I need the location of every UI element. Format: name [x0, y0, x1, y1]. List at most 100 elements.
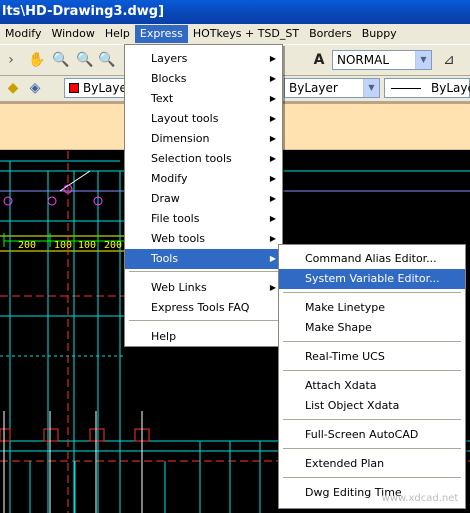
menu-separator [283, 477, 461, 478]
submenu-arrow-icon: ▶ [269, 283, 276, 292]
arrow-icon[interactable]: › [2, 51, 20, 69]
menu-item-label: Draw [151, 192, 180, 205]
layers-icon[interactable]: ◈ [26, 79, 44, 97]
submenu-arrow-icon: ▶ [269, 254, 276, 263]
dimension-label: 200 [18, 240, 36, 251]
menu-item-label: Express Tools FAQ [151, 301, 250, 314]
submenu-arrow-icon: ▶ [269, 174, 276, 183]
submenu-arrow-icon: ▶ [269, 134, 276, 143]
menu-item-label: List Object Xdata [305, 399, 400, 412]
menu-item-label: Make Shape [305, 321, 372, 334]
menu-item-attach-xdata[interactable]: Attach Xdata [279, 376, 465, 396]
menu-item-selection-tools[interactable]: Selection tools ▶ [125, 149, 282, 169]
menu-separator [283, 448, 461, 449]
menu-item-blocks[interactable]: Blocks ▶ [125, 69, 282, 89]
menu-item-help[interactable]: Help [125, 327, 282, 347]
menu-item-layout-tools[interactable]: Layout tools ▶ [125, 109, 282, 129]
layer-previous-icon[interactable]: ◆ [4, 79, 22, 97]
menu-item-extended-plan[interactable]: Extended Plan [279, 454, 465, 474]
menu-modify[interactable]: Modify [0, 25, 46, 43]
pan-icon[interactable]: ✋ [28, 51, 46, 69]
menu-separator [283, 341, 461, 342]
menu-item-label: Command Alias Editor... [305, 252, 437, 265]
menu-item-text[interactable]: Text ▶ [125, 89, 282, 109]
menu-item-label: Modify [151, 172, 188, 185]
menu-bar: Modify Window Help Express HOTkeys + TSD… [0, 24, 470, 44]
menu-buppy[interactable]: Buppy [357, 25, 402, 43]
submenu-arrow-icon: ▶ [269, 214, 276, 223]
menu-separator [129, 271, 278, 272]
menu-hotkeys[interactable]: HOTkeys + TSD_ST [188, 25, 304, 43]
submenu-arrow-icon: ▶ [269, 54, 276, 63]
text-style-icon[interactable]: A [310, 51, 328, 69]
express-menu: Layers ▶ Blocks ▶ Text ▶ Layout tools ▶ Dime… [124, 44, 283, 347]
menu-item-label: Extended Plan [305, 457, 385, 470]
zoom-realtime-icon[interactable]: 🔍 [52, 51, 70, 69]
menu-item-label: Real-Time UCS [305, 350, 385, 363]
submenu-arrow-icon: ▶ [269, 114, 276, 123]
menu-item-label: System Variable Editor... [305, 272, 440, 285]
menu-item-label: Layout tools [151, 112, 219, 125]
menu-item-list-object-xdata[interactable]: List Object Xdata [279, 396, 465, 416]
menu-item-label: Make Linetype [305, 301, 385, 314]
menu-item-file-tools[interactable]: File tools ▶ [125, 209, 282, 229]
menu-item-label: File tools [151, 212, 200, 225]
menu-borders[interactable]: Borders [304, 25, 357, 43]
text-style-select[interactable]: NORMAL ▼ [332, 50, 432, 70]
menu-item-label: Layers [151, 52, 188, 65]
menu-item-label: Web Links [151, 281, 207, 294]
dimension-label: 100 [54, 240, 72, 251]
menu-express[interactable]: Express [134, 25, 188, 43]
linetype-select[interactable]: ByLayer ▼ [284, 78, 380, 98]
menu-item-web-links[interactable]: Web Links ▶ [125, 278, 282, 298]
watermark: www.xdcad.net [381, 493, 459, 504]
submenu-arrow-icon: ▶ [269, 74, 276, 83]
submenu-arrow-icon: ▶ [269, 234, 276, 243]
menu-item-label: Dimension [151, 132, 210, 145]
dimension-label: 100 [78, 240, 96, 251]
menu-item-modify[interactable]: Modify ▶ [125, 169, 282, 189]
menu-item-label: Tools [151, 252, 179, 265]
text-style-value: NORMAL [337, 53, 390, 67]
submenu-arrow-icon: ▶ [269, 154, 276, 163]
linetype-value: ByLayer [289, 81, 338, 95]
menu-item-command-alias-editor[interactable]: Command Alias Editor... [279, 249, 465, 269]
menu-item-express-tools-faq[interactable]: Express Tools FAQ [125, 298, 282, 318]
title-bar: lts\HD-Drawing3.dwg] [0, 0, 470, 24]
menu-separator [283, 292, 461, 293]
color-select[interactable]: ByLayer [64, 78, 132, 98]
menu-separator [129, 320, 278, 321]
menu-item-real-time-ucs[interactable]: Real-Time UCS [279, 347, 465, 367]
menu-separator [283, 419, 461, 420]
menu-item-label: Selection tools [151, 152, 232, 165]
menu-item-system-variable-editor[interactable]: System Variable Editor... [279, 269, 465, 289]
menu-item-label: Help [151, 330, 177, 343]
dimension-label: 200 [104, 240, 122, 251]
menu-item-web-tools[interactable]: Web tools ▶ [125, 229, 282, 249]
menu-item-make-linetype[interactable]: Make Linetype [279, 298, 465, 318]
menu-item-label: Attach Xdata [305, 379, 377, 392]
submenu-arrow-icon: ▶ [269, 194, 276, 203]
zoom-previous-icon[interactable]: 🔍 [98, 51, 116, 69]
lineweight-select[interactable]: ByLayer [384, 78, 470, 98]
menu-item-tools[interactable]: Tools ▶ [125, 249, 282, 269]
color-swatch [69, 83, 79, 93]
menu-item-draw[interactable]: Draw ▶ [125, 189, 282, 209]
window-title: lts\HD-Drawing3.dwg] [2, 4, 165, 19]
chevron-down-icon[interactable]: ▼ [363, 79, 379, 97]
submenu-arrow-icon: ▶ [269, 94, 276, 103]
tools-submenu: Command Alias Editor... System Variable … [278, 244, 466, 509]
menu-item-label: Text [151, 92, 174, 105]
menu-help[interactable]: Help [100, 25, 135, 43]
menu-window[interactable]: Window [46, 25, 99, 43]
menu-item-full-screen-autocad[interactable]: Full-Screen AutoCAD [279, 425, 465, 445]
menu-item-layers[interactable]: Layers ▶ [125, 49, 282, 69]
lineweight-value: ByLayer [431, 81, 470, 95]
menu-item-dimension[interactable]: Dimension ▶ [125, 129, 282, 149]
dim-style-icon[interactable]: ⊿ [440, 51, 458, 69]
menu-item-label: Full-Screen AutoCAD [305, 428, 419, 441]
menu-item-label: Web tools [151, 232, 206, 245]
menu-item-make-shape[interactable]: Make Shape [279, 318, 465, 338]
zoom-window-icon[interactable]: 🔍 [76, 51, 94, 69]
chevron-down-icon[interactable]: ▼ [415, 51, 431, 69]
